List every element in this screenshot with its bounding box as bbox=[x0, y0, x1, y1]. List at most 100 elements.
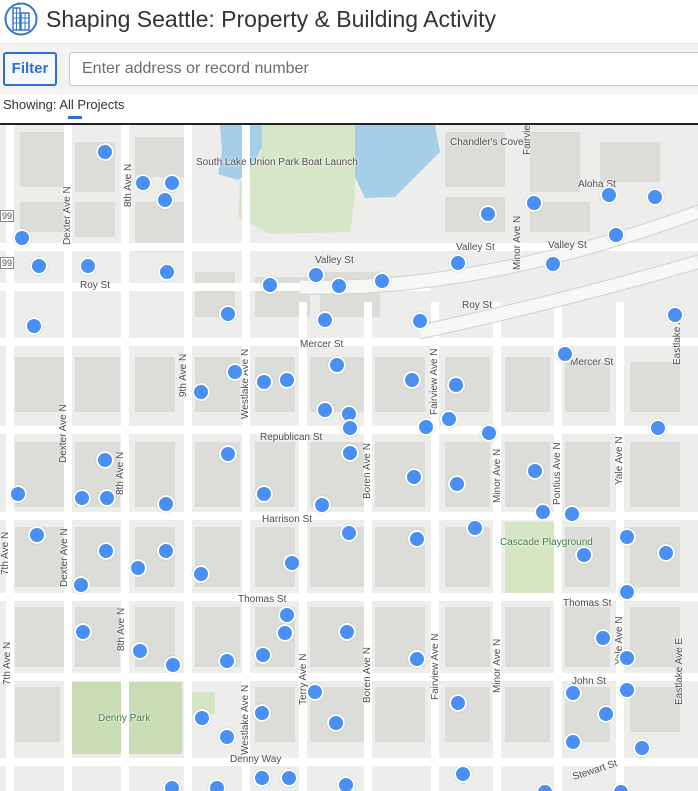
project-marker[interactable] bbox=[129, 559, 147, 577]
map-label-mercer-st-2: Mercer St bbox=[570, 357, 614, 368]
project-marker[interactable] bbox=[253, 704, 271, 722]
project-marker[interactable] bbox=[9, 485, 27, 503]
project-marker[interactable] bbox=[253, 769, 271, 787]
project-marker[interactable] bbox=[328, 356, 346, 374]
project-marker[interactable] bbox=[79, 257, 97, 275]
project-marker[interactable] bbox=[157, 542, 175, 560]
project-marker[interactable] bbox=[618, 583, 636, 601]
project-marker[interactable] bbox=[338, 623, 356, 641]
project-marker[interactable] bbox=[327, 714, 345, 732]
project-marker[interactable] bbox=[534, 503, 552, 521]
map-view[interactable]: South Lake Union Park Boat Launch Chandl… bbox=[0, 123, 698, 791]
project-marker[interactable] bbox=[13, 229, 31, 247]
project-marker[interactable] bbox=[525, 194, 543, 212]
project-marker[interactable] bbox=[163, 779, 181, 791]
search-input[interactable] bbox=[69, 52, 698, 86]
project-marker[interactable] bbox=[261, 276, 279, 294]
project-marker[interactable] bbox=[276, 624, 294, 642]
project-marker[interactable] bbox=[316, 401, 334, 419]
project-marker[interactable] bbox=[30, 257, 48, 275]
project-marker[interactable] bbox=[575, 546, 593, 564]
project-marker[interactable] bbox=[417, 418, 435, 436]
project-marker[interactable] bbox=[97, 542, 115, 560]
project-marker[interactable] bbox=[280, 769, 298, 787]
project-marker[interactable] bbox=[164, 656, 182, 674]
project-marker[interactable] bbox=[306, 683, 324, 701]
project-marker[interactable] bbox=[28, 526, 46, 544]
project-marker[interactable] bbox=[466, 519, 484, 537]
project-marker[interactable] bbox=[564, 684, 582, 702]
project-marker[interactable] bbox=[134, 174, 152, 192]
project-marker[interactable] bbox=[657, 544, 675, 562]
project-marker[interactable] bbox=[454, 765, 472, 783]
project-marker[interactable] bbox=[255, 485, 273, 503]
project-marker[interactable] bbox=[226, 363, 244, 381]
project-marker[interactable] bbox=[96, 451, 114, 469]
project-marker[interactable] bbox=[340, 524, 358, 542]
project-marker[interactable] bbox=[666, 306, 684, 324]
project-marker[interactable] bbox=[649, 419, 667, 437]
project-marker[interactable] bbox=[337, 776, 355, 791]
project-marker[interactable] bbox=[447, 376, 465, 394]
project-marker[interactable] bbox=[408, 650, 426, 668]
project-marker[interactable] bbox=[449, 694, 467, 712]
project-marker[interactable] bbox=[448, 475, 466, 493]
project-marker[interactable] bbox=[405, 468, 423, 486]
project-marker[interactable] bbox=[618, 681, 636, 699]
project-marker[interactable] bbox=[597, 705, 615, 723]
project-marker[interactable] bbox=[307, 266, 325, 284]
project-marker[interactable] bbox=[316, 311, 334, 329]
project-marker[interactable] bbox=[74, 623, 92, 641]
project-marker[interactable] bbox=[594, 629, 612, 647]
project-marker[interactable] bbox=[158, 263, 176, 281]
project-marker[interactable] bbox=[218, 652, 236, 670]
project-marker[interactable] bbox=[600, 186, 618, 204]
project-marker[interactable] bbox=[254, 646, 272, 664]
project-marker[interactable] bbox=[96, 143, 114, 161]
project-marker[interactable] bbox=[193, 709, 211, 727]
project-marker[interactable] bbox=[480, 424, 498, 442]
project-marker[interactable] bbox=[278, 606, 296, 624]
project-marker[interactable] bbox=[208, 779, 226, 791]
project-marker[interactable] bbox=[218, 728, 236, 746]
project-marker[interactable] bbox=[255, 373, 273, 391]
project-marker[interactable] bbox=[479, 205, 497, 223]
project-marker[interactable] bbox=[131, 642, 149, 660]
map-label-roy-st-2: Roy St bbox=[462, 300, 493, 311]
project-marker[interactable] bbox=[330, 277, 348, 295]
project-marker[interactable] bbox=[633, 739, 651, 757]
project-marker[interactable] bbox=[526, 462, 544, 480]
project-marker[interactable] bbox=[373, 272, 391, 290]
project-marker[interactable] bbox=[192, 383, 210, 401]
project-marker[interactable] bbox=[411, 312, 429, 330]
project-marker[interactable] bbox=[278, 371, 296, 389]
project-marker[interactable] bbox=[156, 191, 174, 209]
project-marker[interactable] bbox=[544, 255, 562, 273]
project-marker[interactable] bbox=[403, 371, 421, 389]
project-marker[interactable] bbox=[73, 489, 91, 507]
map-label-7th-ave-n-2: 7th Ave N bbox=[2, 641, 13, 685]
project-marker[interactable] bbox=[25, 317, 43, 335]
project-marker[interactable] bbox=[163, 174, 181, 192]
project-marker[interactable] bbox=[408, 530, 426, 548]
project-marker[interactable] bbox=[219, 445, 237, 463]
project-marker[interactable] bbox=[556, 345, 574, 363]
project-marker[interactable] bbox=[283, 554, 301, 572]
project-marker[interactable] bbox=[98, 489, 116, 507]
filter-button[interactable]: Filter bbox=[3, 52, 57, 86]
project-marker[interactable] bbox=[341, 419, 359, 437]
project-marker[interactable] bbox=[341, 444, 359, 462]
project-marker[interactable] bbox=[192, 565, 210, 583]
project-marker[interactable] bbox=[618, 649, 636, 667]
project-marker[interactable] bbox=[564, 733, 582, 751]
project-marker[interactable] bbox=[449, 254, 467, 272]
project-marker[interactable] bbox=[219, 305, 237, 323]
project-marker[interactable] bbox=[313, 496, 331, 514]
project-marker[interactable] bbox=[646, 188, 664, 206]
project-marker[interactable] bbox=[72, 576, 90, 594]
project-marker[interactable] bbox=[563, 505, 581, 523]
project-marker[interactable] bbox=[607, 226, 625, 244]
project-marker[interactable] bbox=[157, 495, 175, 513]
project-marker[interactable] bbox=[440, 410, 458, 428]
project-marker[interactable] bbox=[618, 528, 636, 546]
